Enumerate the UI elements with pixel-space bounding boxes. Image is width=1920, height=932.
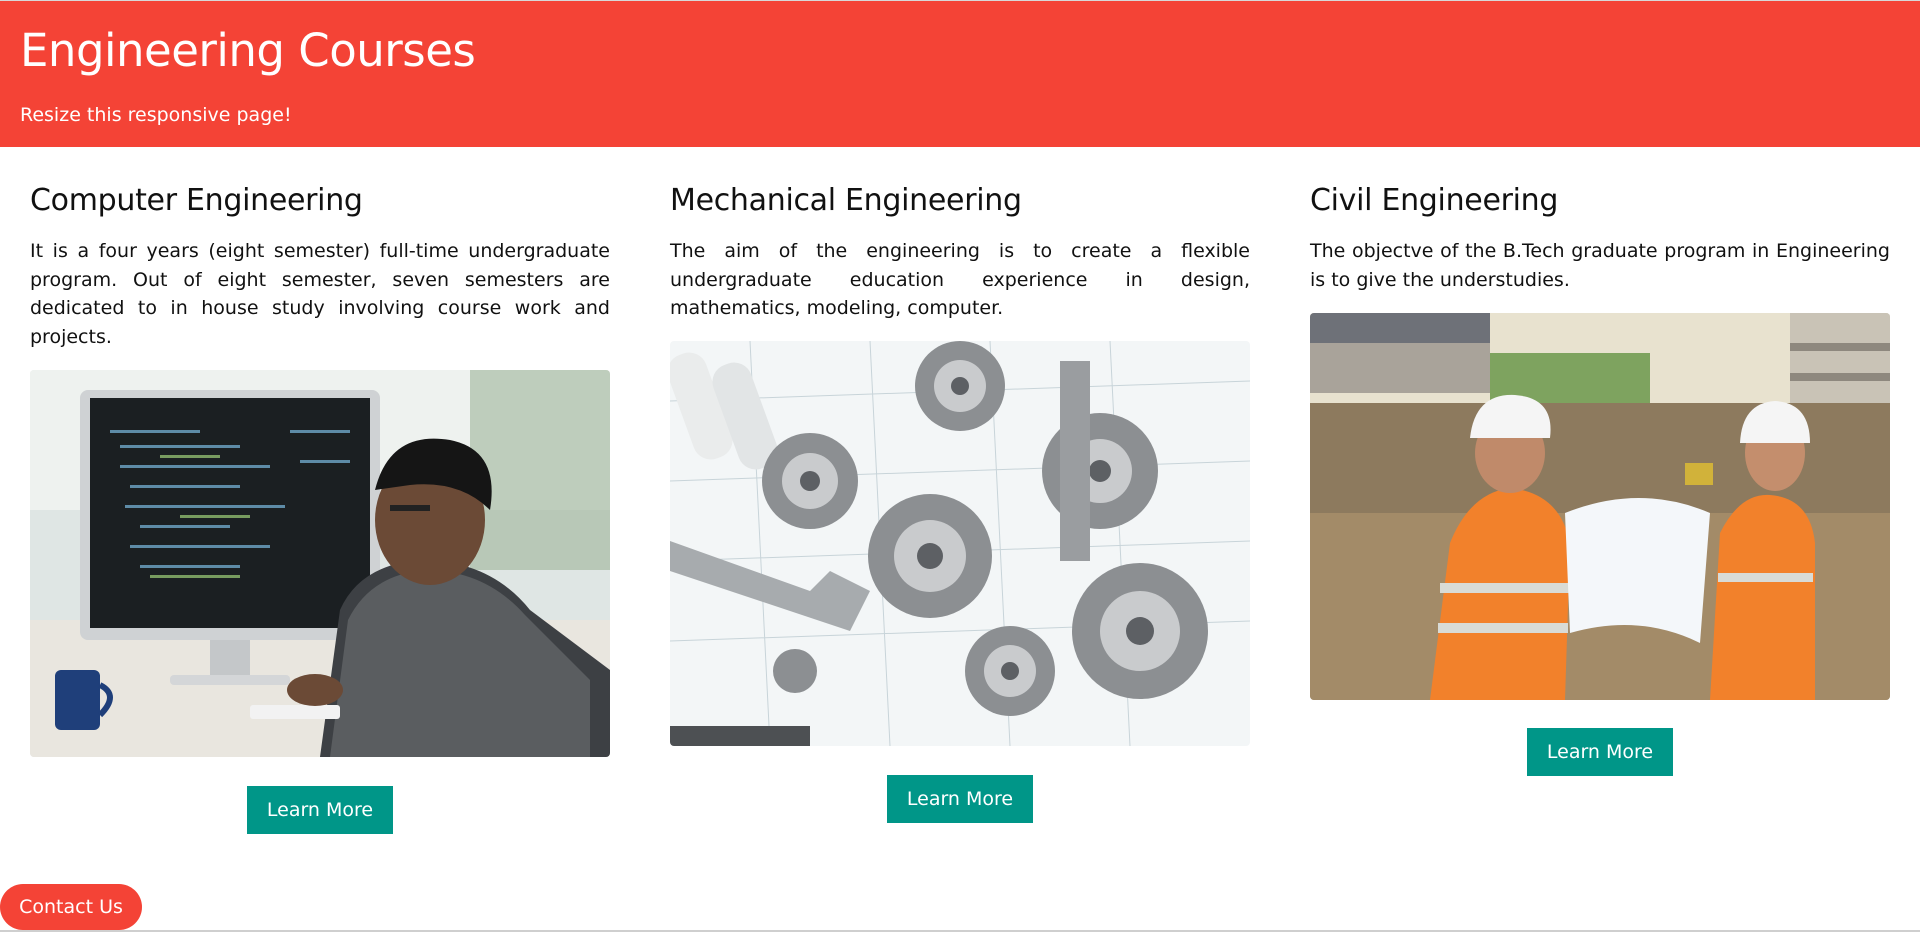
learn-more-button[interactable]: Learn More — [1527, 728, 1673, 776]
learn-more-button[interactable]: Learn More — [887, 775, 1033, 823]
learn-more-button[interactable]: Learn More — [247, 786, 393, 834]
course-description: It is a four years (eight semester) full… — [30, 240, 610, 348]
course-title: Mechanical Engineering — [670, 183, 1022, 218]
course-card-mechanical: Mechanical Engineering The aim of the en… — [640, 147, 1280, 867]
course-description: The objectve of the B.Tech graduate prog… — [1310, 240, 1890, 291]
construction-engineers-photo — [1310, 313, 1890, 700]
course-title: Computer Engineering — [30, 183, 363, 218]
page-subtitle: Resize this responsive page! — [20, 104, 292, 126]
page-header: Engineering Courses Resize this responsi… — [0, 0, 1920, 147]
gears-and-blueprints-photo — [670, 341, 1250, 746]
course-card-computer: Computer Engineering It is a four years … — [0, 147, 640, 867]
course-title: Civil Engineering — [1310, 183, 1559, 218]
course-description: The aim of the engineering is to create … — [670, 240, 1250, 319]
course-card-civil: Civil Engineering The objectve of the B.… — [1280, 147, 1920, 867]
contact-us-button[interactable]: Contact Us — [0, 884, 142, 930]
programmer-at-monitor-photo — [30, 370, 610, 757]
page-title: Engineering Courses — [20, 24, 476, 77]
